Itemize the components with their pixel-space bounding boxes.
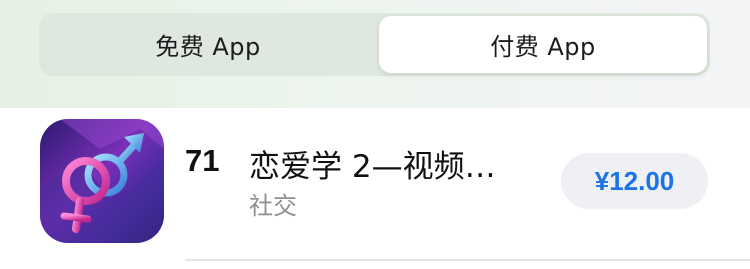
tab-paid-apps[interactable]: 付费 App xyxy=(379,16,707,73)
header: 免费 App 付费 App xyxy=(0,0,750,108)
app-title[interactable]: 恋爱学 2—视频… xyxy=(249,141,549,186)
app-category: 社交 xyxy=(249,192,297,220)
app-icon[interactable] xyxy=(40,119,164,243)
segmented-control: 免费 App 付费 App xyxy=(39,13,710,76)
divider xyxy=(185,259,750,261)
tab-free-apps[interactable]: 免费 App xyxy=(42,16,374,73)
app-rank: 71 xyxy=(185,143,220,178)
male-female-symbol-icon xyxy=(40,119,164,243)
price-button[interactable]: ¥12.00 xyxy=(561,153,708,209)
